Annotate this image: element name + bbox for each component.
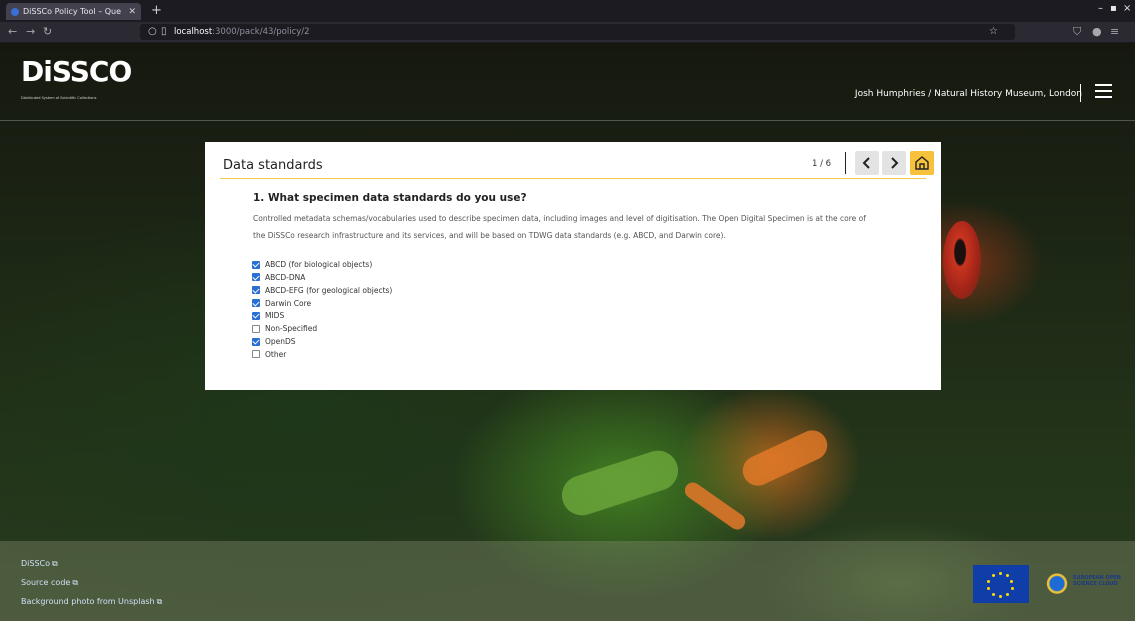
url-host: localhost — [174, 27, 213, 37]
option-abcd-dna[interactable]: ABCD-DNA — [252, 272, 392, 283]
maximize-icon[interactable]: ▪ — [1110, 3, 1117, 14]
question-progress: 1 / 6 — [812, 159, 832, 169]
address-bar[interactable]: ○ ▯ localhost:3000/pack/43/policy/2 ☆ — [140, 24, 1015, 40]
browser-tab[interactable]: DiSSCo Policy Tool – Que ✕ — [6, 3, 141, 20]
browser-nav-bar: ← → ↻ ○ ▯ localhost:3000/pack/43/policy/… — [0, 22, 1135, 43]
checkbox-unchecked[interactable] — [252, 350, 260, 359]
unsplash-link[interactable]: Background photo from Unsplash ⧉ — [21, 597, 162, 607]
site-footer: DiSSCo ⧉ Source code ⧉ Background photo fr… — [0, 541, 1135, 621]
url-path: :3000/pack/43/policy/2 — [212, 27, 310, 37]
hamburger-menu-icon[interactable] — [1095, 84, 1112, 98]
option-label: MIDS — [265, 311, 285, 321]
checkbox-unchecked[interactable] — [252, 324, 260, 333]
option-label: ABCD-EFG (for geological objects) — [265, 285, 393, 295]
checkbox-checked[interactable] — [252, 337, 260, 346]
site-header: DiSSCO Distributed System of Scientific … — [0, 43, 1135, 121]
app-menu-icon[interactable]: ≡ — [1110, 24, 1119, 40]
minimize-icon[interactable]: – — [1098, 3, 1103, 14]
checkbox-checked[interactable] — [252, 273, 260, 282]
background-frog-toe — [681, 479, 749, 533]
logo-subtitle: Distributed System of Scientific Collect… — [21, 96, 97, 100]
external-link-icon: ⧉ — [52, 559, 58, 568]
checkbox-checked[interactable] — [252, 286, 260, 295]
option-label: Non-Specified — [265, 324, 318, 334]
tab-title: DiSSCo Policy Tool – Que — [23, 7, 122, 16]
eosc-logo-text: EUROPEAN OPEN SCIENCE CLOUD — [1073, 575, 1121, 587]
eosc-line: SCIENCE CLOUD — [1073, 581, 1118, 587]
background-frog-toe — [737, 425, 833, 491]
pocket-icon[interactable]: ⛉ — [1073, 24, 1081, 40]
option-other[interactable]: Other — [252, 349, 392, 360]
question-card: Data standards 1 / 6 1. What specimen da… — [205, 142, 941, 390]
option-non-specified[interactable]: Non-Specified — [252, 323, 392, 334]
chevron-left-icon — [862, 157, 870, 169]
close-window-icon[interactable]: × — [1123, 3, 1131, 14]
checkbox-checked[interactable] — [252, 260, 260, 269]
external-link-icon: ⧉ — [156, 597, 163, 606]
background-frog-eye — [943, 221, 981, 299]
option-label: Other — [265, 349, 287, 359]
dissco-link-text: DiSSCo — [21, 559, 51, 568]
home-icon — [915, 156, 929, 170]
eosc-logo-icon — [1044, 568, 1070, 594]
options-list: ABCD (for biological objects) ABCD-DNA A… — [252, 259, 392, 362]
checkbox-checked[interactable] — [252, 311, 260, 320]
question-title: 1. What specimen data standards do you u… — [253, 192, 527, 204]
account-icon[interactable]: ● — [1092, 24, 1102, 40]
reload-icon[interactable]: ↻ — [43, 24, 52, 40]
dissco-logo[interactable]: DiSSCO — [21, 57, 132, 87]
url-text: localhost:3000/pack/43/policy/2 — [174, 24, 310, 40]
header-divider — [1080, 84, 1081, 102]
option-mids[interactable]: MIDS — [252, 310, 392, 321]
title-underline — [220, 178, 926, 179]
next-button[interactable] — [882, 151, 906, 175]
back-icon[interactable]: ← — [8, 24, 17, 40]
description-line: Controlled metadata schemas/vocabularies… — [253, 214, 866, 223]
source-code-link-text: Source code — [21, 578, 71, 587]
option-label: ABCD-DNA — [265, 272, 306, 282]
option-opends[interactable]: OpenDS — [252, 336, 392, 347]
chevron-right-icon — [891, 157, 899, 169]
section-title: Data standards — [223, 158, 323, 173]
favicon-icon — [11, 7, 19, 16]
eu-flag-logo — [973, 565, 1029, 603]
option-darwin-core[interactable]: Darwin Core — [252, 298, 392, 309]
page-background: DiSSCO Distributed System of Scientific … — [0, 43, 1135, 621]
page-icon[interactable]: ▯ — [161, 24, 167, 40]
option-label: OpenDS — [265, 337, 296, 347]
new-tab-button[interactable]: + — [151, 3, 162, 18]
source-code-link[interactable]: Source code ⧉ — [21, 578, 78, 588]
description-line: the DiSSCo research infrastructure and i… — [253, 231, 726, 240]
browser-tab-bar: DiSSCo Policy Tool – Que ✕ + – ▪ × — [0, 0, 1135, 22]
forward-icon[interactable]: → — [26, 24, 35, 40]
dissco-link[interactable]: DiSSCo ⧉ — [21, 559, 58, 569]
unsplash-link-text: Background photo from Unsplash — [21, 597, 155, 606]
question-description: Controlled metadata schemas/vocabularies… — [253, 210, 913, 244]
option-abcd-efg[interactable]: ABCD-EFG (for geological objects) — [252, 285, 392, 296]
progress-divider — [845, 152, 846, 174]
close-tab-icon[interactable]: ✕ — [128, 7, 136, 17]
external-link-icon: ⧉ — [72, 578, 79, 587]
previous-button[interactable] — [855, 151, 879, 175]
option-label: Darwin Core — [265, 298, 312, 308]
background-frog-leg — [556, 445, 684, 521]
option-abcd[interactable]: ABCD (for biological objects) — [252, 259, 392, 270]
user-info: Josh Humphries / Natural History Museum,… — [854, 89, 1082, 99]
tracking-shield-icon[interactable]: ○ — [148, 24, 157, 40]
checkbox-checked[interactable] — [252, 299, 260, 308]
home-button[interactable] — [910, 151, 934, 175]
bookmark-star-icon[interactable]: ☆ — [989, 24, 998, 40]
option-label: ABCD (for biological objects) — [265, 260, 373, 269]
